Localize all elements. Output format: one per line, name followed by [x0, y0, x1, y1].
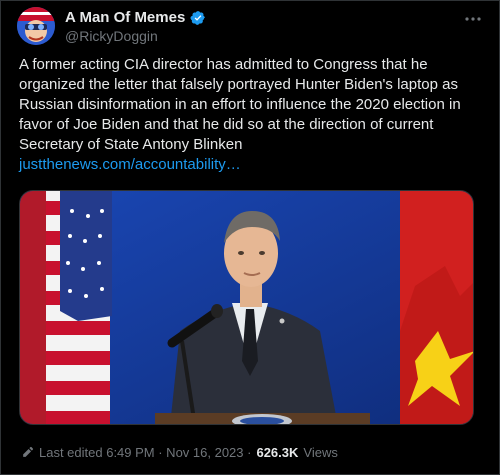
views-count[interactable]: 626.3K: [256, 445, 298, 460]
edited-timestamp[interactable]: Last edited 6:49 PM · Nov 16, 2023 ·: [39, 445, 251, 460]
podium-graphic: [155, 413, 370, 424]
views-label: Views: [303, 445, 338, 460]
display-name[interactable]: A Man Of Memes: [65, 9, 185, 26]
tweet-image[interactable]: [19, 190, 474, 425]
tweet-header: A Man Of Memes @RickyDoggin: [15, 7, 487, 47]
pencil-icon: [23, 446, 34, 457]
tweet-link[interactable]: justthenews.com/accountability…: [19, 155, 484, 175]
us-flag-graphic: [20, 191, 112, 424]
handle[interactable]: @RickyDoggin: [65, 28, 158, 44]
tweet-card: A Man Of Memes @RickyDoggin A former act…: [0, 0, 500, 475]
ellipsis-icon[interactable]: [463, 9, 483, 29]
verified-badge-icon: [190, 10, 206, 25]
avatar[interactable]: [17, 7, 55, 45]
tweet-text: A former acting CIA director has admitte…: [19, 55, 484, 175]
tweet-body: A former acting CIA director has admitte…: [19, 56, 461, 153]
red-flag-graphic: [400, 191, 473, 424]
name-row: A Man Of Memes: [65, 9, 206, 26]
tweet-footer: Last edited 6:49 PM · Nov 16, 2023 · 626…: [21, 445, 338, 460]
